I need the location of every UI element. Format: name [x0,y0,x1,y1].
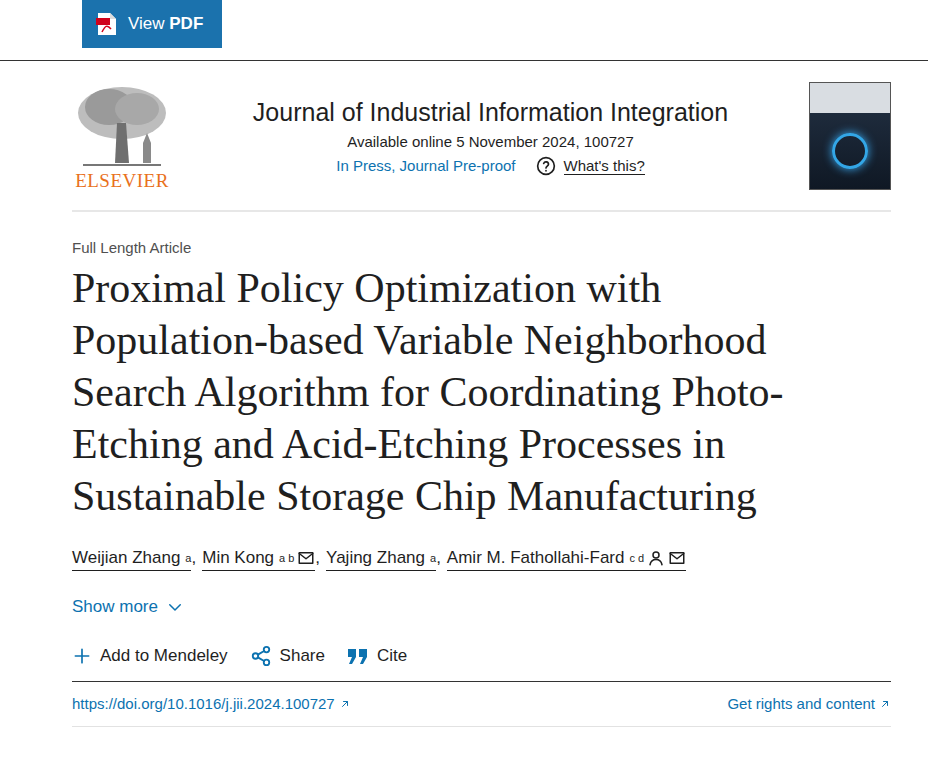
share-button[interactable]: Share [250,645,325,667]
article-type: Full Length Article [72,239,891,256]
affiliation: a [185,552,191,564]
author[interactable]: Yajing Zhanga [326,548,436,571]
link-row: https://doi.org/10.1016/j.jii.2024.10072… [72,682,891,727]
status-row: In Press, Journal Pre-proof What's this? [336,156,644,176]
person-icon [647,549,665,567]
publisher-logo[interactable]: ELSEVIER [72,83,172,190]
help-link[interactable]: What's this? [564,157,645,175]
article-page: View PDF ELSEVIER Journal of Industrial In… [0,0,928,759]
affiliation: a [430,552,436,564]
status-link[interactable]: In Press, Journal Pre-proof [336,157,515,174]
chevron-down-icon [166,598,184,616]
article-title: Proximal Policy Optimization with Popula… [72,262,862,522]
email-icon [297,549,315,567]
publisher-name: ELSEVIER [75,171,169,190]
author[interactable]: Amir M. Fathollahi-Fardc d [447,548,686,571]
author[interactable]: Weijian Zhanga [72,548,191,571]
author-list: Weijian Zhanga,Min Konga b,Yajing Zhanga… [72,548,891,571]
journal-cover[interactable] [809,82,891,190]
quote-icon [347,647,369,665]
available-online: Available online 5 November 2024, 100727 [347,133,634,150]
author[interactable]: Min Konga b [202,548,315,571]
plus-icon [72,646,92,666]
cite-button[interactable]: Cite [347,646,407,666]
external-link-icon [339,698,351,710]
external-link-icon [879,698,891,710]
top-bar: View PDF [0,0,928,61]
view-pdf-button[interactable]: View PDF [82,0,222,48]
journal-info: Journal of Industrial Information Integr… [172,97,809,176]
article-main: ELSEVIER Journal of Industrial Informatio… [0,61,928,727]
rights-link[interactable]: Get rights and content [727,695,891,712]
affiliation: c d [629,552,644,564]
show-more-button[interactable]: Show more [72,597,184,617]
help-icon [536,156,556,176]
email-icon [668,549,686,567]
affiliation: a b [279,552,294,564]
elsevier-tree-icon [73,83,171,169]
action-bar: Add to Mendeley Share Cite [72,645,891,682]
help[interactable]: What's this? [536,156,645,176]
doi-link[interactable]: https://doi.org/10.1016/j.jii.2024.10072… [72,695,351,712]
journal-header: ELSEVIER Journal of Industrial Informatio… [72,61,891,212]
journal-title[interactable]: Journal of Industrial Information Integr… [253,97,728,127]
pdf-icon [96,12,118,36]
add-button[interactable]: Add to Mendeley [72,646,228,666]
share-icon [250,645,272,667]
